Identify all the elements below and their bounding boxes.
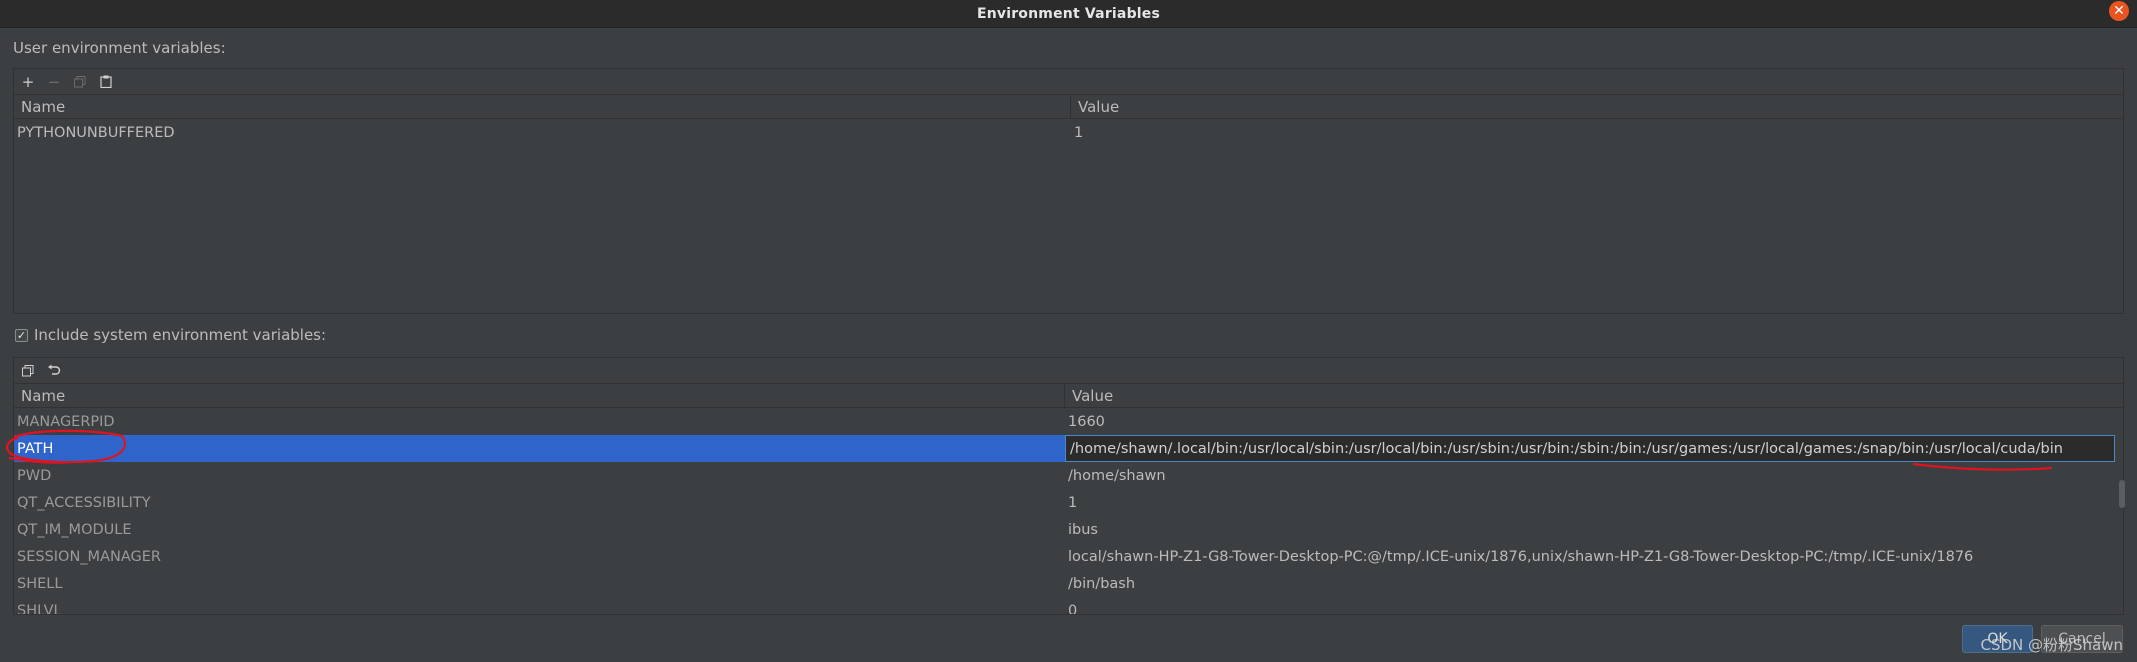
minus-icon[interactable]: − [46, 73, 62, 91]
env-value: 1 [1074, 124, 1084, 141]
table-row[interactable]: SHLVL 0 [14, 597, 2123, 615]
column-header-value[interactable]: Value [1070, 95, 2123, 118]
env-name: MANAGERPID [17, 413, 115, 430]
system-env-toolbar [14, 358, 2123, 384]
table-row[interactable]: PYTHONUNBUFFERED 1 [14, 119, 2123, 146]
table-row[interactable]: MANAGERPID 1660 [14, 408, 2123, 435]
system-table-header: Name Value [14, 384, 2123, 408]
window-title: Environment Variables [976, 5, 1161, 22]
user-table-header: Name Value [14, 95, 2123, 119]
column-header-name[interactable]: Name [14, 384, 1064, 407]
env-value: local/shawn-HP-Z1-G8-Tower-Desktop-PC:@/… [1068, 548, 1974, 565]
undo-icon[interactable] [46, 363, 62, 379]
table-row[interactable]: PWD /home/shawn [14, 462, 2123, 489]
env-name: PWD [17, 467, 52, 484]
include-system-checkbox[interactable]: ✓ [15, 328, 28, 342]
column-header-name[interactable]: Name [14, 95, 1070, 118]
user-env-label: User environment variables: [13, 39, 226, 57]
env-value: 0 [1068, 602, 1078, 615]
include-system-row[interactable]: ✓ Include system environment variables: [15, 326, 326, 344]
env-value: 1 [1068, 494, 1078, 511]
column-header-value[interactable]: Value [1064, 384, 2123, 407]
watermark: CSDN @粉粉Shawn [1980, 636, 2123, 654]
table-row-selected[interactable]: PATH /home/shawn/.local/bin:/usr/local/s… [14, 435, 2123, 462]
env-value: /home/shawn [1068, 467, 1166, 484]
env-name: QT_IM_MODULE [17, 521, 132, 538]
table-row[interactable]: QT_IM_MODULE ibus [14, 516, 2123, 543]
user-env-table: + − Name Value PYTHONUNBUFFERED 1 [13, 68, 2124, 314]
copy-icon[interactable] [20, 363, 36, 379]
env-name: SHELL [17, 575, 63, 592]
env-name: PATH [14, 435, 1065, 462]
title-bar: Environment Variables ✕ [0, 0, 2137, 28]
close-icon[interactable]: ✕ [2109, 1, 2129, 21]
env-value-editor[interactable]: /home/shawn/.local/bin:/usr/local/sbin:/… [1065, 435, 2115, 462]
paste-icon[interactable] [98, 74, 114, 90]
env-value: /bin/bash [1068, 575, 1136, 592]
env-name: PYTHONUNBUFFERED [17, 124, 175, 141]
env-name: SHLVL [17, 602, 62, 615]
copy-icon[interactable] [72, 74, 88, 90]
include-system-label: Include system environment variables: [34, 326, 327, 344]
env-value: 1660 [1068, 413, 1105, 430]
env-name: QT_ACCESSIBILITY [17, 494, 151, 511]
env-name: SESSION_MANAGER [17, 548, 161, 565]
user-env-toolbar: + − [14, 69, 2123, 95]
env-value: ibus [1068, 521, 1098, 538]
table-row[interactable]: SESSION_MANAGER local/shawn-HP-Z1-G8-Tow… [14, 543, 2123, 570]
table-row[interactable]: SHELL /bin/bash [14, 570, 2123, 597]
plus-icon[interactable]: + [20, 73, 36, 91]
system-env-table: Name Value MANAGERPID 1660 PATH /home/sh… [13, 357, 2124, 615]
vertical-scrollbar[interactable] [2119, 480, 2125, 508]
table-row[interactable]: QT_ACCESSIBILITY 1 [14, 489, 2123, 516]
